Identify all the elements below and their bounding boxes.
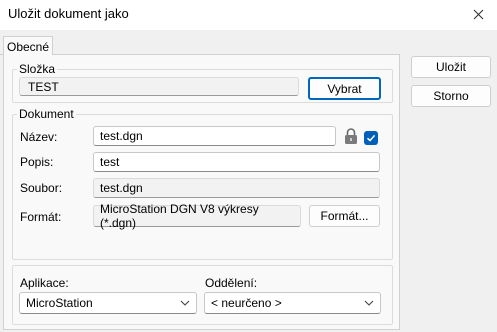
close-button[interactable] [466, 3, 490, 25]
name-field[interactable]: test.dgn [93, 126, 336, 146]
department-select[interactable]: < neurčeno > [204, 292, 381, 314]
format-label: Formát: [20, 210, 62, 224]
chevron-down-icon [364, 300, 374, 306]
department-label: Oddělení: [205, 276, 258, 290]
format-button-label: Formát... [320, 209, 369, 223]
lock-icon[interactable] [344, 128, 358, 145]
cancel-button[interactable]: Storno [411, 85, 491, 107]
save-button[interactable]: Uložit [411, 56, 491, 78]
folder-group-label: Složka [17, 62, 58, 76]
application-select[interactable]: MicroStation [19, 292, 197, 314]
document-group-label: Dokument [17, 107, 76, 121]
cancel-button-label: Storno [433, 89, 469, 103]
folder-field[interactable]: TEST [19, 77, 299, 96]
save-button-label: Uložit [435, 60, 466, 74]
application-select-value: MicroStation [26, 296, 93, 310]
description-label: Popis: [20, 155, 54, 169]
checkmark-icon [366, 134, 376, 142]
description-field[interactable]: test [93, 152, 380, 172]
tab-general-label: Obecné [6, 39, 50, 54]
name-label: Název: [20, 130, 58, 144]
file-field[interactable]: test.dgn [93, 178, 380, 198]
file-label: Soubor: [20, 181, 63, 195]
browse-button-label: Vybrat [327, 81, 362, 96]
tab-general[interactable]: Obecné [3, 36, 53, 56]
format-field[interactable]: MicroStation DGN V8 výkresy (*.dgn) [93, 202, 301, 230]
application-label: Aplikace: [20, 276, 69, 290]
window-title: Uložit dokument jako [8, 6, 129, 21]
format-button[interactable]: Formát... [309, 205, 380, 227]
department-select-value: < neurčeno > [211, 296, 282, 310]
lock-name-checkbox[interactable] [364, 131, 378, 145]
browse-button[interactable]: Vybrat [308, 77, 381, 100]
chevron-down-icon [180, 300, 190, 306]
close-icon [473, 9, 483, 19]
